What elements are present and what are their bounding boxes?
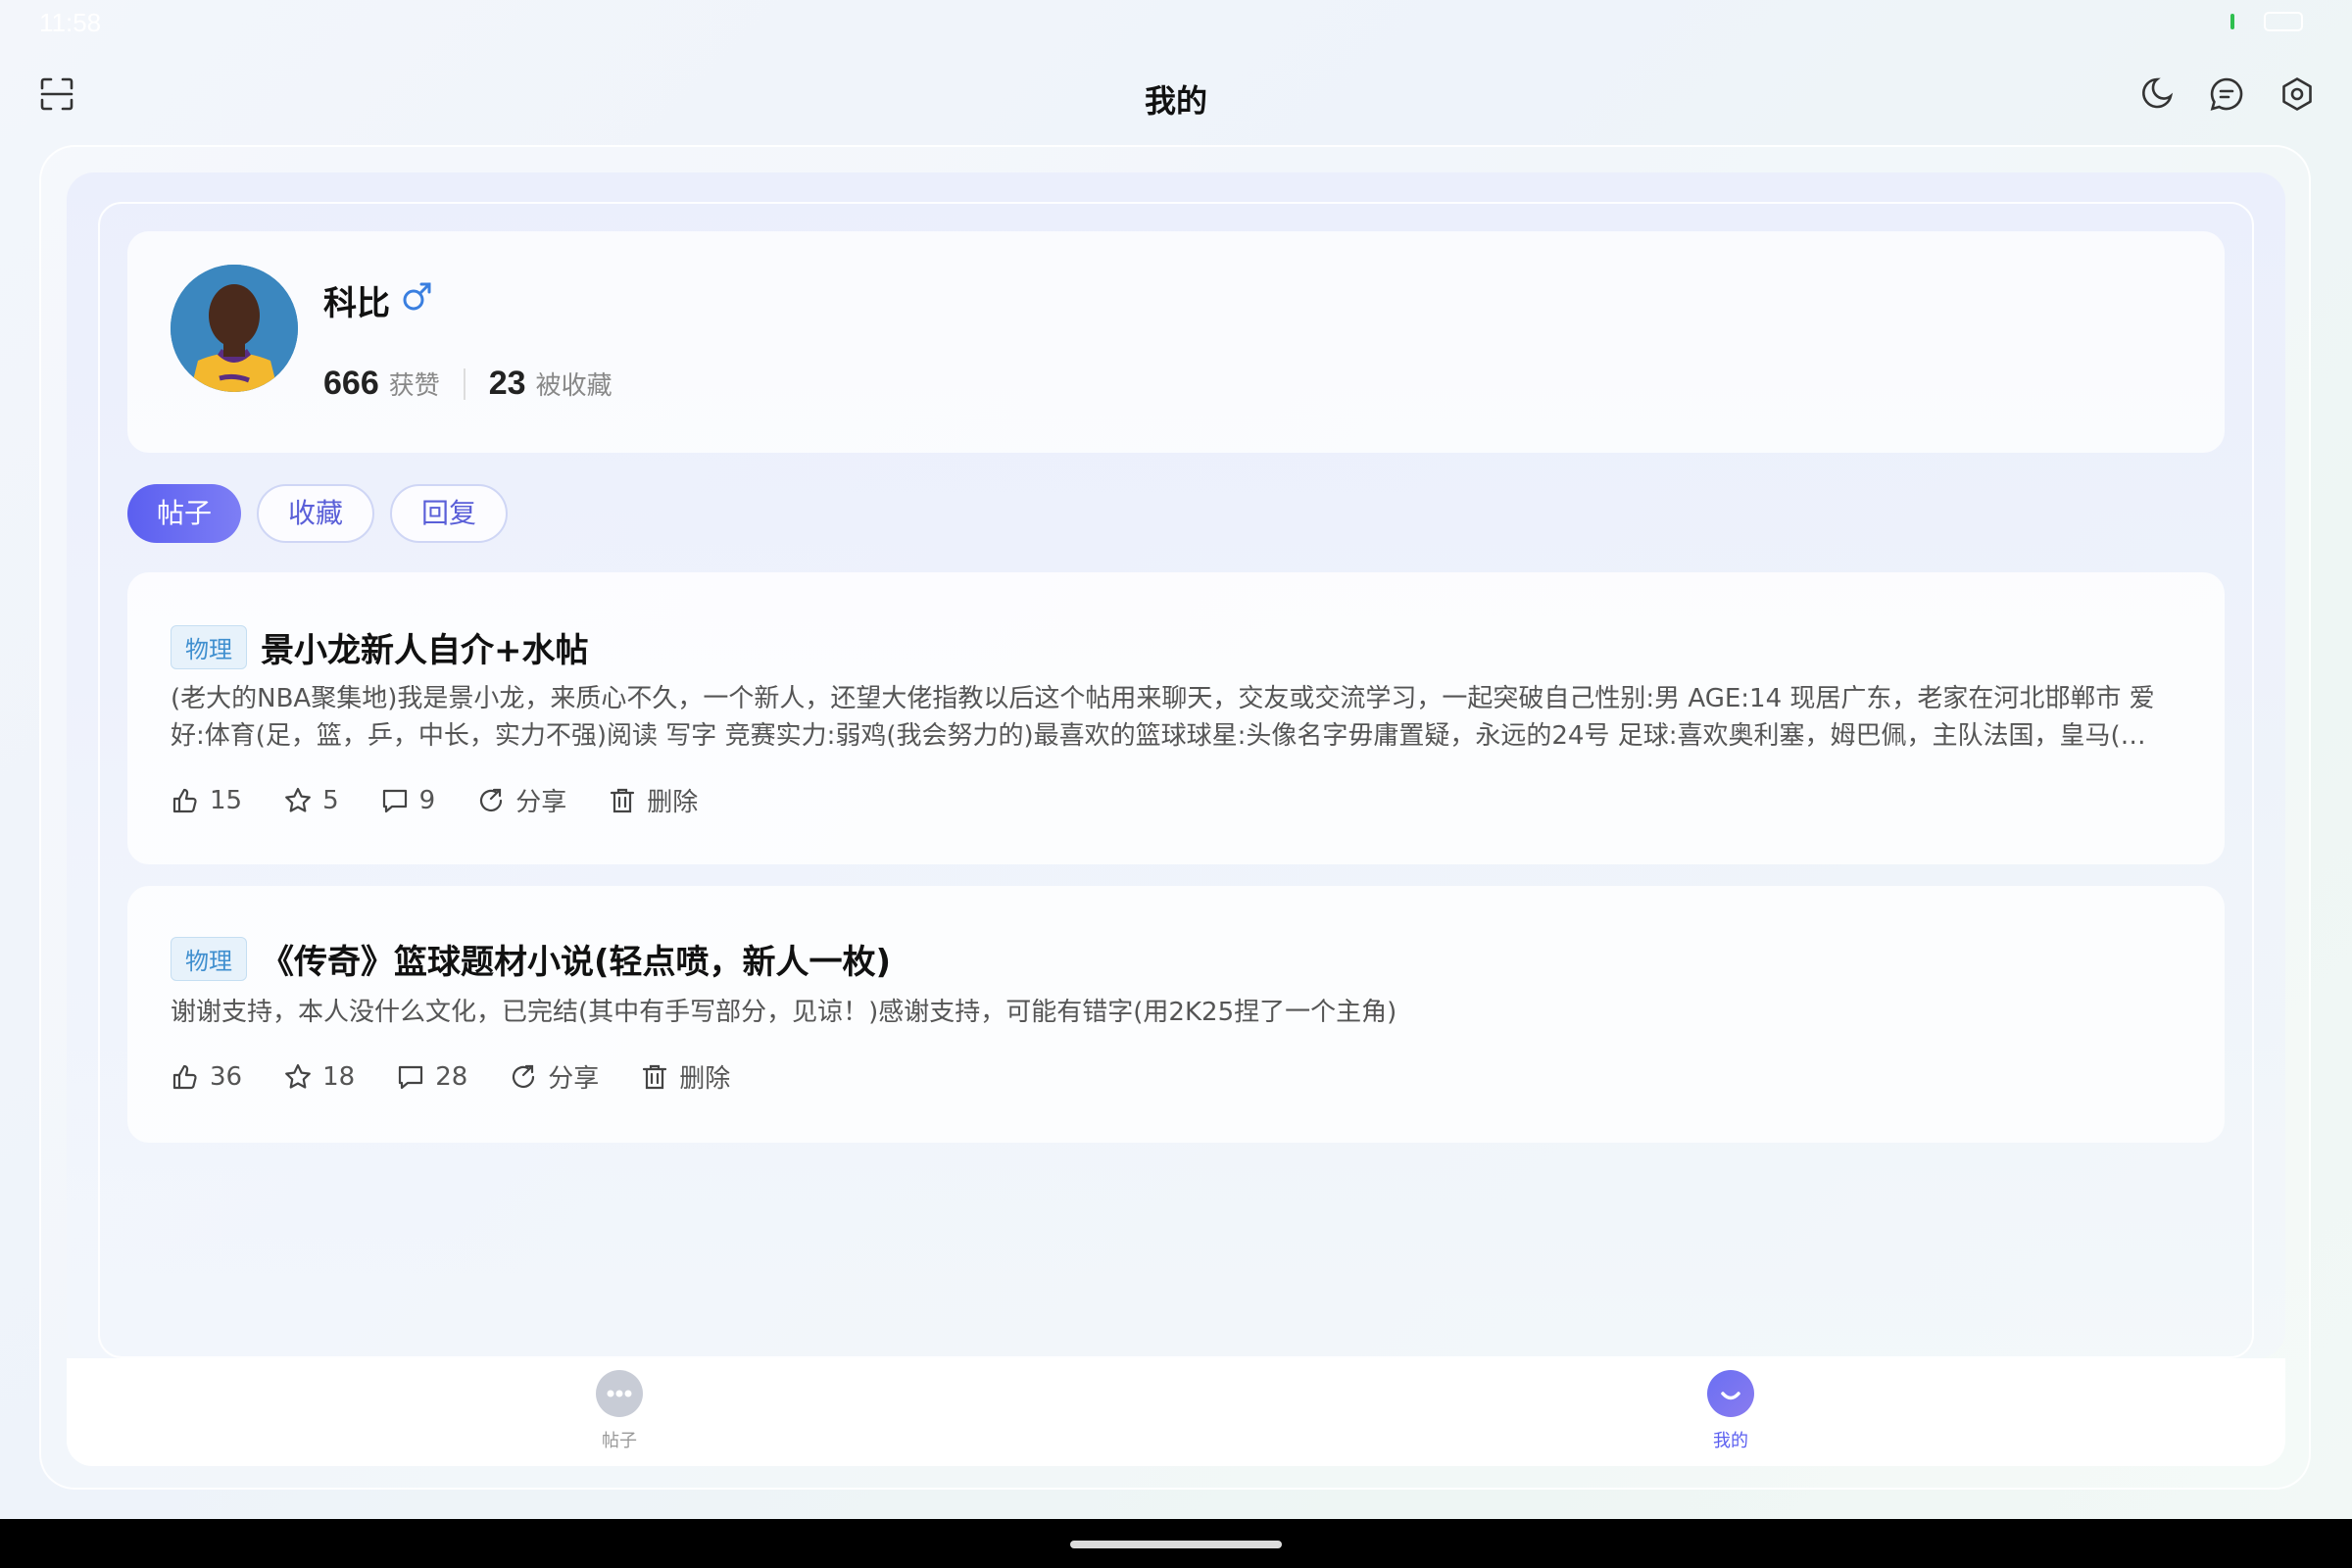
like-count: 15 <box>210 785 243 815</box>
share-button[interactable]: 分享 <box>509 1058 599 1095</box>
share-label: 分享 <box>548 1064 600 1094</box>
nav-mine-label: 我的 <box>1713 1431 1748 1451</box>
comment-count: 9 <box>418 785 436 815</box>
message-icon[interactable] <box>2209 76 2244 112</box>
profile-card: 科比 666 获赞 23 被收藏 <box>127 231 2225 453</box>
thumbs-up-icon <box>172 788 197 812</box>
trash-icon <box>643 1064 667 1089</box>
comment-button[interactable]: 28 <box>396 1062 467 1092</box>
star-icon <box>285 1063 311 1089</box>
status-bar: 11:58 <box>0 0 2352 49</box>
comment-icon <box>399 1065 423 1089</box>
tab-replies[interactable]: 回复 <box>390 484 509 543</box>
post-card[interactable]: 物理 景小龙新人自介+水帖 (老大的NBA聚集地)我是景小龙，来质心不久，一个新… <box>127 572 2225 864</box>
home-indicator[interactable] <box>1070 1541 1282 1548</box>
post-actions: 15 5 9 分享 删除 <box>171 782 698 818</box>
chat-bubble-icon <box>596 1370 643 1417</box>
star-button[interactable]: 5 <box>283 786 339 815</box>
comment-icon <box>382 789 407 812</box>
star-count: 5 <box>322 785 339 815</box>
favorited-count: 23 <box>488 365 526 402</box>
moon-icon[interactable] <box>2138 76 2174 112</box>
comment-button[interactable]: 9 <box>380 785 436 815</box>
post-tag[interactable]: 物理 <box>171 937 247 981</box>
user-name: 科比 <box>323 284 390 323</box>
post-body: 谢谢支持，本人没什么文化，已完结(其中有手写部分，见谅！)感谢支持，可能有错字(… <box>171 998 1397 1027</box>
delete-label: 删除 <box>647 788 699 817</box>
share-button[interactable]: 分享 <box>476 782 566 818</box>
bottom-nav: 帖子 我的 <box>67 1358 2285 1466</box>
profile-tabs: 帖子 收藏 回复 <box>127 484 509 543</box>
thumbs-up-icon <box>172 1064 197 1089</box>
comment-count: 28 <box>435 1061 468 1092</box>
share-icon <box>513 1064 535 1088</box>
post-tag[interactable]: 物理 <box>171 625 247 669</box>
star-button[interactable]: 18 <box>283 1062 355 1092</box>
system-nav-bar <box>0 1519 2352 1568</box>
top-bar: 我的 <box>0 59 2352 137</box>
post-card[interactable]: 物理 《传奇》篮球题材小说(轻点喷，新人一枚) 谢谢支持，本人没什么文化，已完结… <box>127 886 2225 1143</box>
tab-favorites[interactable]: 收藏 <box>257 484 375 543</box>
post-title[interactable]: 《传奇》篮球题材小说(轻点喷，新人一枚) <box>261 935 891 983</box>
like-button[interactable]: 15 <box>171 786 242 815</box>
profile-stats: 666 获赞 23 被收藏 <box>323 365 612 403</box>
avatar[interactable] <box>171 265 298 392</box>
share-icon <box>480 788 503 811</box>
post-title[interactable]: 景小龙新人自介+水帖 <box>261 623 589 671</box>
post-header: 物理 《传奇》篮球题材小说(轻点喷，新人一枚) <box>171 935 891 983</box>
stats-divider <box>463 368 466 400</box>
favorited-label: 被收藏 <box>535 371 612 401</box>
like-count: 36 <box>210 1061 243 1092</box>
post-actions: 36 18 28 分享 删除 <box>171 1058 730 1095</box>
male-gender-icon <box>403 282 431 311</box>
nav-posts[interactable]: 帖子 <box>551 1370 688 1452</box>
share-label: 分享 <box>515 788 567 817</box>
battery-icon <box>2264 12 2303 31</box>
likes-count: 666 <box>323 365 379 402</box>
post-header: 物理 景小龙新人自介+水帖 <box>171 623 589 671</box>
like-button[interactable]: 36 <box>171 1062 242 1092</box>
star-count: 18 <box>322 1061 356 1092</box>
settings-icon[interactable] <box>2279 76 2315 112</box>
page-title: 我的 <box>1144 82 1207 120</box>
post-body: (老大的NBA聚集地)我是景小龙，来质心不久，一个新人，还望大佬指教以后这个帖用… <box>171 684 2155 751</box>
delete-button[interactable]: 删除 <box>640 1058 730 1095</box>
likes-label: 获赞 <box>388 371 440 401</box>
star-icon <box>285 787 311 812</box>
top-actions <box>2138 76 2315 112</box>
smile-face-icon <box>1707 1370 1754 1417</box>
tab-posts[interactable]: 帖子 <box>127 484 242 543</box>
nav-posts-label: 帖子 <box>602 1431 637 1451</box>
status-time: 11:58 <box>39 8 102 37</box>
delete-label: 删除 <box>679 1064 731 1094</box>
nav-mine[interactable]: 我的 <box>1662 1370 1799 1452</box>
delete-button[interactable]: 删除 <box>608 782 698 818</box>
trash-icon <box>611 788 635 812</box>
signal-icon <box>2230 14 2234 29</box>
